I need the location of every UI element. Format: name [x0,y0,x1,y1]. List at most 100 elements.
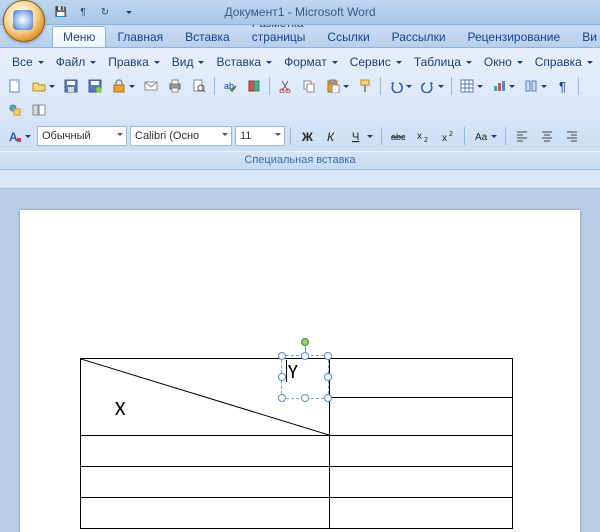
tab-menu[interactable]: Меню [52,26,106,47]
resize-handle-nw[interactable] [278,352,286,360]
svg-text:Ж: Ж [301,130,313,143]
menu-view[interactable]: Вид [166,53,211,71]
doc-map-button[interactable] [28,99,50,121]
table-cell[interactable] [330,397,513,436]
superscript-button[interactable]: x2 [437,125,459,147]
bold-button[interactable]: Ж [296,125,318,147]
document-area: X Y [0,170,600,532]
italic-button[interactable]: К [321,125,343,147]
menu-tools[interactable]: Сервис [344,53,408,71]
resize-handle-sw[interactable] [278,394,286,402]
resize-handle-e[interactable] [324,373,332,381]
drawing-button[interactable] [4,99,26,121]
cut-button[interactable] [274,75,296,97]
show-all-button[interactable]: ¶ [552,75,574,97]
tab-home[interactable]: Главная [106,26,174,47]
resize-handle-se[interactable] [324,394,332,402]
table-cell[interactable] [330,498,513,529]
copy-button[interactable] [298,75,320,97]
align-left-button[interactable] [511,125,533,147]
table-cell[interactable] [81,467,330,498]
underline-button[interactable]: Ч [346,125,376,147]
separator [505,127,506,145]
svg-text:x: x [417,131,422,142]
resize-handle-w[interactable] [278,373,286,381]
paste-button[interactable] [322,75,352,97]
align-right-button[interactable] [561,125,583,147]
pilcrow-icon[interactable]: ¶ [74,3,92,21]
resize-handle-n[interactable] [301,352,309,360]
rotation-handle[interactable] [301,338,309,346]
undo-button[interactable] [385,75,415,97]
textbox-selected[interactable]: Y [281,355,329,399]
tab-mailings[interactable]: Рассылки [381,26,457,47]
text-cursor [286,360,287,382]
svg-text:¶: ¶ [559,79,566,93]
menu-format[interactable]: Формат [278,53,344,71]
spellcheck-button[interactable]: ab [219,75,241,97]
redo-button[interactable] [417,75,447,97]
open-button[interactable] [28,75,58,97]
permission-button[interactable] [108,75,138,97]
table-cell[interactable] [81,498,330,529]
menu-all[interactable]: Все [6,53,50,71]
ruler[interactable] [0,170,600,189]
tab-review[interactable]: Рецензирование [457,26,572,47]
table-cell[interactable] [330,359,513,398]
save-icon[interactable]: 💾 [52,3,70,21]
office-button[interactable] [3,0,45,42]
title-bar: 💾 ¶ ↻ Документ1 - Microsoft Word [0,0,600,25]
separator [214,77,215,95]
insert-table-button[interactable] [456,75,486,97]
mail-button[interactable] [140,75,162,97]
strikethrough-button[interactable]: abє [387,125,409,147]
svg-text:Aa: Aa [475,132,488,143]
font-combo[interactable]: Calibri (Осно [130,126,232,146]
svg-text:К: К [327,130,335,143]
menu-table[interactable]: Таблица [408,53,478,71]
classic-menubar: Все Файл Правка Вид Вставка Формат Серви… [0,51,600,73]
subscript-button[interactable]: x2 [412,125,434,147]
table-cell[interactable] [81,436,330,467]
menu-window[interactable]: Окно [478,53,529,71]
insert-chart-button[interactable] [488,75,518,97]
svg-text:2: 2 [449,131,453,138]
redo-icon[interactable]: ↻ [96,3,114,21]
table-cell[interactable] [330,436,513,467]
print-preview-button[interactable] [188,75,210,97]
menu-edit[interactable]: Правка [102,53,166,71]
tab-insert[interactable]: Вставка [174,26,241,47]
columns-button[interactable] [520,75,550,97]
save-button[interactable] [60,75,82,97]
x-label: X [115,399,125,419]
menu-file[interactable]: Файл [50,53,103,71]
tab-references[interactable]: Ссылки [316,26,380,47]
format-painter-button[interactable] [354,75,376,97]
research-button[interactable] [243,75,265,97]
separator [269,77,270,95]
page[interactable]: X Y [20,210,580,532]
svg-text:2: 2 [424,137,428,143]
change-case-button[interactable]: Aa [470,125,500,147]
print-button[interactable] [164,75,186,97]
resize-handle-s[interactable] [301,394,309,402]
svg-text:A: A [9,130,18,143]
separator [451,77,452,95]
qat-customize-dropdown[interactable] [118,3,136,21]
table-header-cell[interactable]: X Y [81,359,330,436]
separator [290,127,291,145]
align-center-button[interactable] [536,125,558,147]
separator [381,127,382,145]
styles-button[interactable]: A [4,125,34,147]
table-cell[interactable] [330,467,513,498]
new-doc-button[interactable] [4,75,26,97]
menu-help[interactable]: Справка [529,53,599,71]
separator [578,77,579,95]
save-as-button[interactable] [84,75,106,97]
style-combo[interactable]: Обычный [37,126,127,146]
tab-view[interactable]: Ви [571,26,600,47]
menu-insert[interactable]: Вставка [210,53,278,71]
document-table[interactable]: X Y [80,358,513,529]
size-combo[interactable]: 11 [235,126,285,146]
resize-handle-ne[interactable] [324,352,332,360]
